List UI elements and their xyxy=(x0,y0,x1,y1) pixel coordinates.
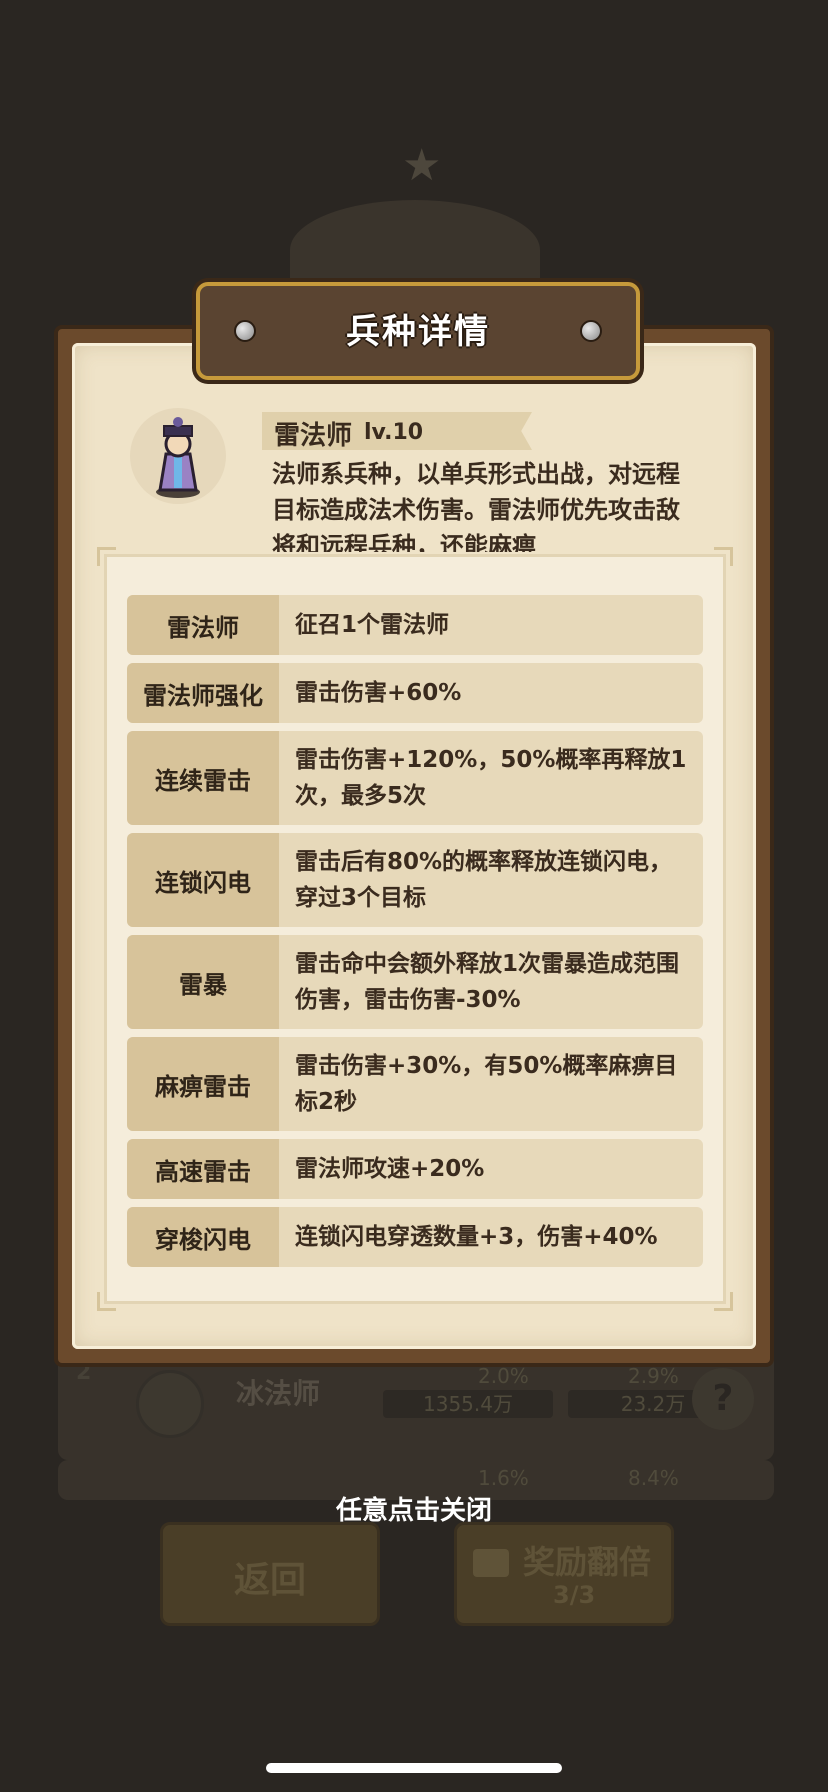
unit-name: 雷法师 xyxy=(274,421,353,451)
frame-corner xyxy=(97,1292,116,1311)
skill-row: 高速雷击 雷法师攻速+20% xyxy=(127,1139,703,1199)
unit-level: lv.10 xyxy=(364,420,424,445)
video-icon xyxy=(473,1549,509,1577)
unit-name: 冰法师 xyxy=(236,1377,321,1410)
skill-description: 雷击命中会额外释放1次雷暴造成范围伤害，雷击伤害-30% xyxy=(295,951,680,1013)
skill-row: 雷法师强化 雷击伤害+60% xyxy=(127,663,703,723)
back-button: 返回 xyxy=(160,1522,380,1626)
help-icon: ? xyxy=(692,1368,754,1430)
skill-description: 连锁闪电穿透数量+3，伤害+40% xyxy=(295,1224,658,1250)
skill-name: 雷法师强化 xyxy=(127,663,279,723)
unit-portrait xyxy=(130,408,226,504)
reward-double-button: 奖励翻倍 3/3 xyxy=(454,1522,674,1626)
skill-list[interactable]: 雷法师 征召1个雷法师 雷法师强化 雷击伤害+60% 连续雷击 雷击伤害+120… xyxy=(97,547,733,1311)
reward-count: 3/3 xyxy=(553,1581,596,1609)
value-a: 1355.4万 xyxy=(383,1390,553,1418)
stat-a: 2.0% xyxy=(478,1364,529,1388)
frame-corner xyxy=(714,547,733,566)
stat-b: 2.9% xyxy=(628,1364,679,1388)
avatar xyxy=(136,1370,204,1438)
skill-name: 穿梭闪电 xyxy=(127,1207,279,1267)
mage-icon xyxy=(156,417,200,498)
skill-description: 雷击伤害+120%，50%概率再释放1次，最多5次 xyxy=(295,747,687,809)
skill-name: 雷法师 xyxy=(127,595,279,655)
skill-row: 穿梭闪电 连锁闪电穿透数量+3，伤害+40% xyxy=(127,1207,703,1267)
modal-title: 兵种详情 xyxy=(346,312,490,352)
skill-description: 雷击后有80%的概率释放连锁闪电，穿过3个目标 xyxy=(295,849,673,911)
star-icon: ★ xyxy=(402,140,442,191)
tap-anywhere-to-close[interactable]: 任意点击关闭 xyxy=(0,1490,828,1527)
modal-title-plate: 兵种详情 xyxy=(196,282,640,380)
frame-corner xyxy=(97,547,116,566)
frame-corner xyxy=(714,1292,733,1311)
skill-name: 麻痹雷击 xyxy=(127,1037,279,1131)
stat-b: 8.4% xyxy=(628,1466,679,1490)
unit-description[interactable]: 法师系兵种，以单兵形式出战，对远程目标造成法术伤害。雷法师优先攻击敌将和远程兵种… xyxy=(272,456,690,552)
skill-row: 麻痹雷击 雷击伤害+30%，有50%概率麻痹目标2秒 xyxy=(127,1037,703,1131)
back-button-label: 返回 xyxy=(233,1560,306,1601)
reward-button-label: 奖励翻倍 xyxy=(523,1543,652,1581)
skill-row: 雷暴 雷击命中会额外释放1次雷暴造成范围伤害，雷击伤害-30% xyxy=(127,935,703,1029)
skill-description: 征召1个雷法师 xyxy=(295,612,450,638)
skill-description: 雷击伤害+30%，有50%概率麻痹目标2秒 xyxy=(295,1053,678,1115)
skill-row: 连续雷击 雷击伤害+120%，50%概率再释放1次，最多5次 xyxy=(127,731,703,825)
skill-name: 高速雷击 xyxy=(127,1139,279,1199)
skill-name: 连锁闪电 xyxy=(127,833,279,927)
skill-row: 连锁闪电 雷击后有80%的概率释放连锁闪电，穿过3个目标 xyxy=(127,833,703,927)
skill-name: 雷暴 xyxy=(127,935,279,1029)
stat-a: 1.6% xyxy=(478,1466,529,1490)
skill-description: 雷法师攻速+20% xyxy=(295,1156,485,1182)
skill-row: 雷法师 征召1个雷法师 xyxy=(127,595,703,655)
skill-description: 雷击伤害+60% xyxy=(295,680,462,706)
skill-name: 连续雷击 xyxy=(127,731,279,825)
home-indicator[interactable] xyxy=(266,1763,562,1773)
